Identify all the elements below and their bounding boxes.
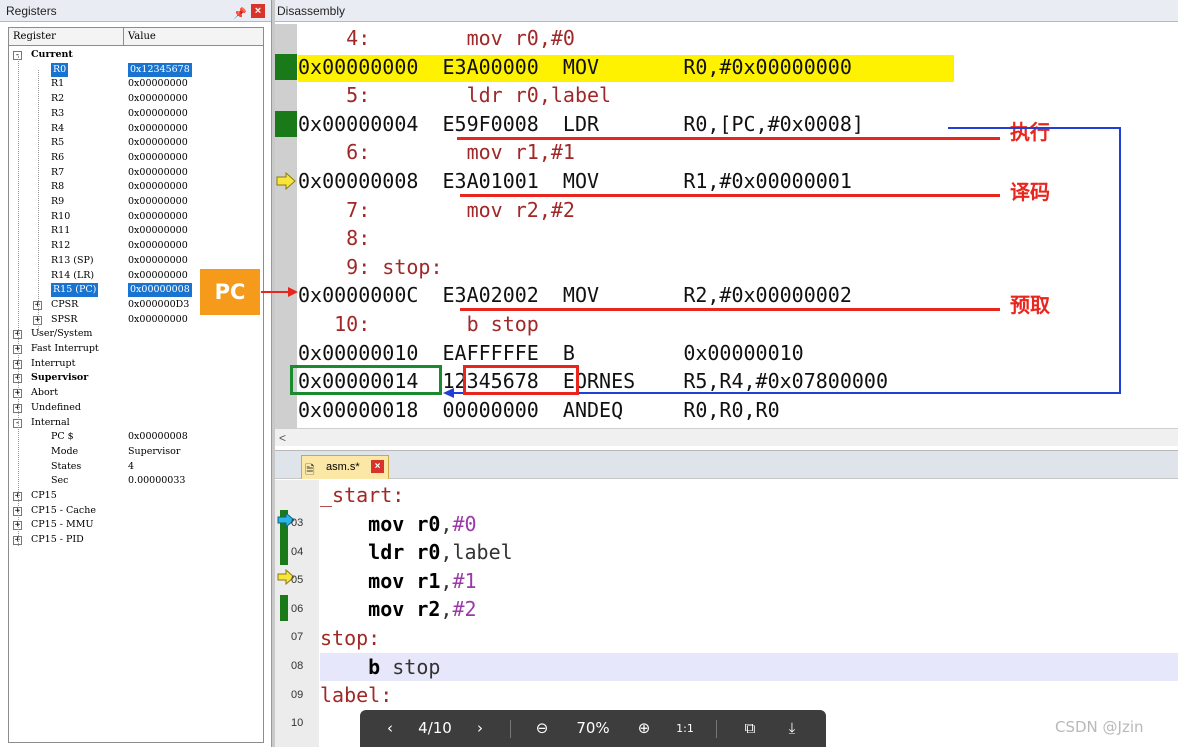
actual-size-button[interactable]: 1:1	[670, 710, 700, 747]
zoom-in-icon[interactable]: ⊕	[632, 710, 656, 747]
ide-window: Registers 📌 × Register Value Current - R0 0…	[0, 0, 1178, 747]
line-number: 08	[291, 660, 304, 672]
code-line[interactable]: label:	[320, 681, 1178, 709]
tab-asm-s[interactable]: 🗎 asm.s* ×	[301, 455, 389, 479]
download-icon[interactable]: ⤓	[780, 710, 804, 747]
code-line[interactable]: mov r0,#0	[320, 510, 1178, 538]
line-number: 09	[291, 688, 304, 701]
label-value-box	[463, 365, 579, 395]
code-token: mov r1	[368, 568, 441, 593]
toolbar-divider	[716, 720, 717, 738]
tab-label: asm.s*	[326, 461, 360, 473]
line-number: 07	[291, 631, 304, 644]
code-token: ,label	[440, 540, 513, 565]
editor-gutter: 030405060708091011	[275, 480, 319, 747]
code-token: _start:	[320, 483, 405, 507]
code-token: #0	[452, 511, 477, 536]
line-number: 06	[291, 602, 304, 615]
editor-tabbar: 🗎 asm.s* ×	[275, 451, 1178, 479]
line-number: 03	[291, 517, 304, 529]
rotate-icon[interactable]: ⧉	[738, 710, 762, 747]
code-line[interactable]: _start:	[320, 481, 1178, 509]
pc-address-box	[290, 365, 442, 395]
code-token: ,	[440, 597, 453, 622]
code-token: mov r0	[368, 511, 441, 536]
code-token: stop:	[320, 626, 381, 650]
line-number: 05	[291, 574, 304, 587]
zoom-level: 70%	[576, 719, 610, 737]
code-token: stop	[380, 654, 441, 679]
code-token: ,	[440, 568, 453, 593]
prev-page-icon[interactable]: ‹	[378, 710, 402, 747]
watermark: CSDN @Jzin	[1055, 718, 1144, 736]
code-token: mov r2	[368, 597, 441, 622]
next-page-icon[interactable]: ›	[468, 710, 492, 747]
code-line[interactable]: mov r2,#2	[320, 595, 1178, 623]
code-token: ldr r0	[368, 540, 441, 565]
line-number: 04	[291, 545, 304, 558]
editor-pane: 🗎 asm.s* × 030405060708091011 _start: mo…	[275, 450, 1178, 747]
code-token: ,	[440, 511, 453, 536]
line-number: 10	[291, 717, 304, 730]
executed-lines-marker	[280, 595, 288, 621]
code-token: #2	[452, 597, 477, 622]
code-line[interactable]: b stop	[320, 652, 1178, 681]
code-line[interactable]: mov r1,#1	[320, 567, 1178, 595]
code-token: label:	[320, 683, 393, 708]
code-token: b	[368, 654, 381, 679]
file-icon: 🗎	[305, 463, 315, 477]
code-line[interactable]: stop:	[320, 624, 1178, 652]
tab-close-icon[interactable]: ×	[371, 460, 384, 473]
image-viewer-toolbar: ‹ 4/10 › ⊖ 70% ⊕ 1:1 ⧉ ⤓	[360, 710, 826, 747]
code-token: #1	[452, 568, 477, 593]
zoom-out-icon[interactable]: ⊖	[530, 710, 554, 747]
code-line[interactable]: ldr r0,label	[320, 538, 1178, 566]
toolbar-divider	[510, 720, 511, 738]
page-indicator: 4/10	[418, 719, 452, 737]
